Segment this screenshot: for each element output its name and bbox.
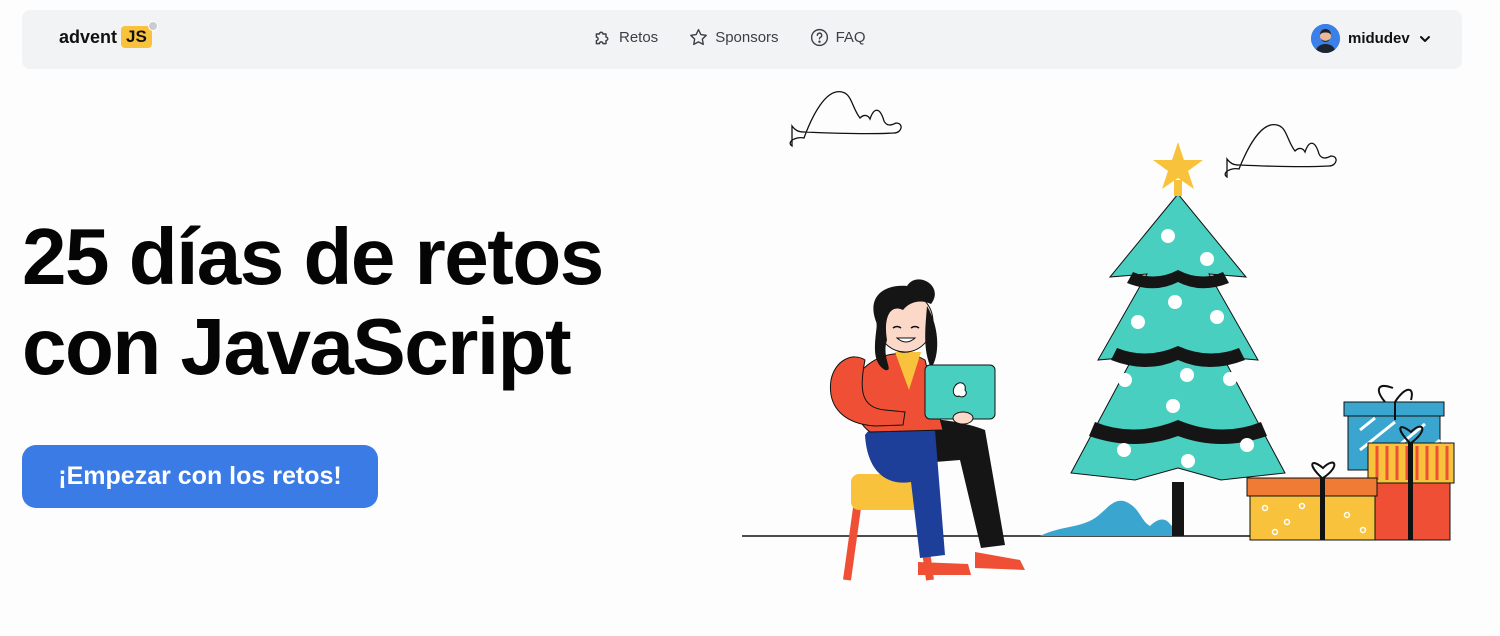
hero-title-line-1: 25 días de retos <box>22 212 604 301</box>
cloud-icon <box>1224 124 1337 179</box>
logo-js-badge: JS <box>121 21 158 48</box>
logo-text: advent <box>59 26 118 47</box>
nav-link-label: Retos <box>619 29 659 46</box>
woman-with-laptop-icon <box>829 279 1025 581</box>
start-challenges-button[interactable]: ¡Empezar con los retos! <box>22 445 378 508</box>
nav-link-label: Sponsors <box>715 29 779 46</box>
cloud-icon <box>789 91 902 148</box>
nav-link-faq[interactable]: FAQ <box>809 27 866 48</box>
nav-link-sponsors[interactable]: Sponsors <box>688 27 779 48</box>
gift-box-icon <box>1367 425 1455 541</box>
top-navbar: advent JS Retos Sponsors FAQ midudev <box>22 10 1462 69</box>
star-icon <box>690 28 708 46</box>
question-circle-icon <box>810 28 828 47</box>
christmas-illustration <box>742 91 1455 581</box>
user-menu[interactable]: midudev <box>1311 24 1432 53</box>
hero-title: 25 días de retos con JavaScript <box>22 212 604 392</box>
avatar-portrait-icon <box>1311 24 1340 53</box>
snow-mound-icon <box>1040 500 1184 536</box>
hero-title-line-2: con JavaScript <box>22 302 572 391</box>
username: midudev <box>1348 30 1410 47</box>
avatar <box>1311 24 1340 53</box>
nav-link-label: FAQ <box>835 29 866 46</box>
chevron-down-icon <box>1419 35 1430 42</box>
christmas-tree-icon <box>1070 142 1286 536</box>
advent-js-logo[interactable]: advent JS <box>59 21 158 48</box>
logo-dot-icon <box>147 21 158 31</box>
puzzle-icon <box>595 31 609 45</box>
main-nav: Retos Sponsors FAQ <box>592 27 866 48</box>
nav-link-retos[interactable]: Retos <box>592 27 658 48</box>
